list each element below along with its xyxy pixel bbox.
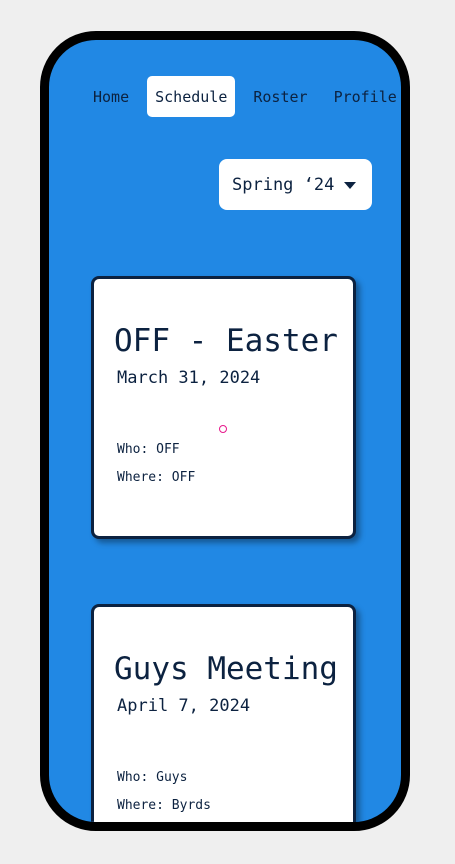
nav-item-profile[interactable]: Profile xyxy=(326,76,401,117)
nav-item-home[interactable]: Home xyxy=(85,76,137,117)
cursor-indicator xyxy=(219,425,227,433)
season-dropdown-value: Spring ‘24 xyxy=(232,174,335,195)
event-who: Who: Guys xyxy=(117,770,188,785)
chevron-down-icon xyxy=(344,181,357,189)
event-who: Who: OFF xyxy=(117,442,180,457)
event-where: Where: OFF xyxy=(117,470,196,485)
event-where: Where: Byrds xyxy=(117,798,211,813)
event-date: April 7, 2024 xyxy=(117,696,251,716)
top-nav: Home Schedule Roster Profile xyxy=(85,76,401,117)
event-card[interactable]: Guys Meeting April 7, 2024 Who: Guys Whe… xyxy=(91,604,356,822)
season-dropdown[interactable]: Spring ‘24 xyxy=(219,159,372,210)
event-card[interactable]: OFF - Easter March 31, 2024 Who: OFF Whe… xyxy=(91,276,356,539)
nav-item-roster[interactable]: Roster xyxy=(245,76,315,117)
page-stage: Home Schedule Roster Profile Spring ‘24 … xyxy=(0,0,455,864)
event-date: March 31, 2024 xyxy=(117,368,261,388)
nav-item-schedule[interactable]: Schedule xyxy=(147,76,236,117)
event-title: OFF - Easter xyxy=(114,323,338,359)
event-title: Guys Meeting xyxy=(114,651,338,687)
